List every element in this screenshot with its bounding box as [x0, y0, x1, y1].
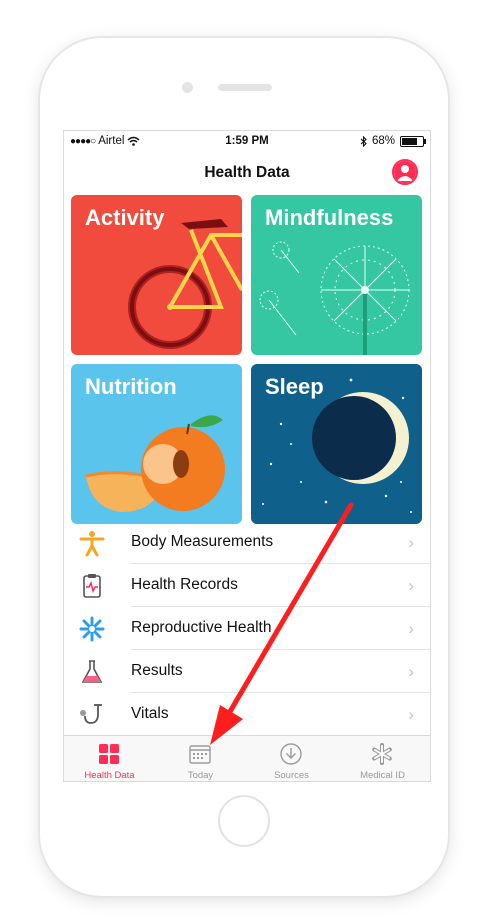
tab-health-data[interactable]: Health Data — [64, 736, 155, 781]
tab-label: Today — [187, 770, 214, 781]
tile-mindfulness[interactable]: Mindfulness — [251, 195, 422, 355]
health-category-list: Body Measurements › Health Records › Rep… — [64, 521, 430, 736]
tab-bar: Health Data Today Sources Medical ID — [64, 735, 430, 781]
tile-label: Nutrition — [85, 374, 177, 399]
person-icon — [394, 161, 416, 183]
tile-activity[interactable]: Activity — [71, 195, 242, 355]
tile-label: Mindfulness — [265, 205, 394, 230]
list-item-label: Reproductive Health — [131, 619, 272, 636]
tab-label: Sources — [274, 770, 309, 781]
battery-icon — [400, 135, 426, 147]
list-item-label: Vitals — [131, 705, 169, 722]
chevron-right-icon: › — [408, 705, 414, 724]
download-icon — [280, 743, 302, 765]
chevron-right-icon: › — [408, 619, 414, 638]
tab-today[interactable]: Today — [155, 736, 246, 781]
speaker-slot — [218, 84, 272, 91]
camera-dot — [182, 82, 193, 93]
profile-avatar[interactable] — [392, 159, 418, 185]
list-item-body-measurements[interactable]: Body Measurements › — [64, 521, 430, 564]
tile-nutrition[interactable]: Nutrition — [71, 364, 242, 524]
clipboard-icon — [83, 574, 101, 598]
bluetooth-icon — [360, 135, 367, 147]
home-button[interactable] — [218, 795, 270, 847]
tab-label: Health Data — [84, 770, 135, 781]
list-item-label: Health Records — [131, 576, 238, 593]
screen: ●●●●○ Airtel 1:59 PM 68% Health Data Act… — [63, 130, 431, 782]
battery-percent: 68% — [371, 135, 395, 147]
status-bar: ●●●●○ Airtel 1:59 PM 68% — [64, 131, 430, 151]
chevron-right-icon: › — [408, 662, 414, 681]
calendar-icon — [189, 745, 211, 764]
tile-label: Sleep — [265, 374, 324, 399]
navigation-bar: Health Data — [64, 151, 430, 193]
list-item-results[interactable]: Results › — [64, 650, 430, 693]
figure-icon — [79, 531, 105, 557]
tile-sleep[interactable]: Sleep — [251, 364, 422, 524]
list-item-reproductive-health[interactable]: Reproductive Health › — [64, 607, 430, 650]
grid-icon — [99, 744, 119, 764]
flask-icon — [81, 660, 103, 683]
list-item-vitals[interactable]: Vitals › — [64, 693, 430, 736]
tab-medical-id[interactable]: Medical ID — [337, 736, 428, 781]
list-item-health-records[interactable]: Health Records › — [64, 564, 430, 607]
tab-sources[interactable]: Sources — [246, 736, 337, 781]
chevron-right-icon: › — [408, 576, 414, 595]
snowflake-flower-icon — [79, 616, 105, 642]
page-title: Health Data — [204, 164, 290, 181]
asterisk-icon — [372, 743, 392, 765]
chevron-right-icon: › — [408, 533, 414, 552]
list-item-label: Results — [131, 662, 183, 679]
stethoscope-icon — [80, 704, 102, 724]
list-item-label: Body Measurements — [131, 533, 274, 550]
tile-label: Activity — [85, 205, 165, 230]
tab-label: Medical ID — [360, 770, 405, 781]
